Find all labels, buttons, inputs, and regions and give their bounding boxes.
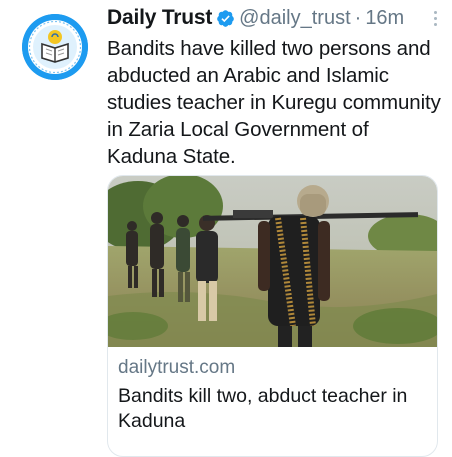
account-handle[interactable]: @daily_trust xyxy=(239,7,350,30)
separator-dot: · xyxy=(354,6,362,29)
daily-trust-logo xyxy=(22,14,88,80)
tweet-text: Bandits have killed two persons and abdu… xyxy=(107,37,441,168)
link-card[interactable]: dailytrust.com Bandits kill two, abduct … xyxy=(107,175,438,457)
card-title[interactable]: Bandits kill two, abduct teacher in Kadu… xyxy=(118,384,427,434)
card-domain: dailytrust.com xyxy=(118,357,236,378)
more-options-icon[interactable] xyxy=(428,7,442,29)
avatar[interactable] xyxy=(22,14,88,80)
verified-badge-icon xyxy=(216,9,235,28)
card-image[interactable] xyxy=(108,176,437,347)
account-name[interactable]: Daily Trust xyxy=(107,6,212,30)
tweet-content: Daily Trust @daily_trust · 16m Bandits h… xyxy=(107,3,442,170)
tweet-header: Daily Trust @daily_trust · 16m xyxy=(107,3,442,33)
tweet-timestamp[interactable]: 16m xyxy=(365,7,404,30)
card-body: dailytrust.com Bandits kill two, abduct … xyxy=(108,347,437,434)
